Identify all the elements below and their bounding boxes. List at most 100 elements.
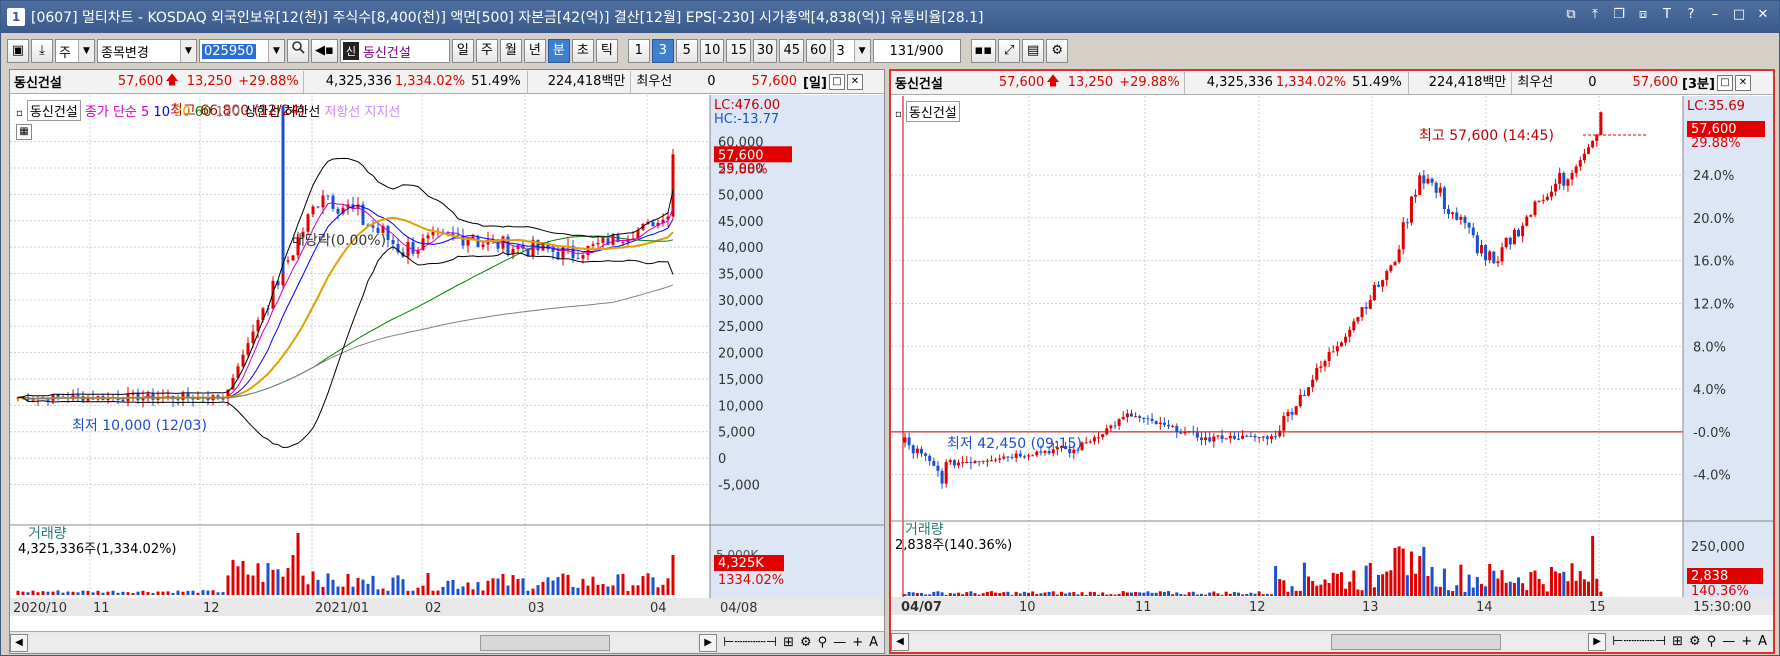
title-btn-1[interactable]: ⤒ [1587, 7, 1603, 23]
right-y-tick: 16.0% [1693, 255, 1734, 270]
font-size-icon[interactable]: A [1758, 634, 1767, 649]
right-candle-body [1414, 194, 1418, 197]
grid-tool-icon[interactable]: ⊞ [1672, 634, 1683, 649]
market-combo[interactable]: 주 ▼ [55, 39, 95, 63]
period-button-일[interactable]: 일 [451, 39, 474, 63]
left-legend-name[interactable]: 동신건설 [26, 100, 81, 121]
left-volume-bar [221, 592, 225, 595]
scroll-right-icon[interactable]: ▶ [1588, 632, 1607, 651]
left-volume-bar [331, 579, 335, 595]
legend-item-8[interactable]: 지지선 [360, 105, 400, 120]
minute-button-30[interactable]: 30 [752, 39, 778, 63]
close-icon[interactable]: ✕ [846, 73, 863, 90]
left-candle-body [321, 195, 325, 208]
gear-icon[interactable]: ⚙ [1046, 39, 1069, 63]
minute-button-3[interactable]: 3 [651, 39, 674, 63]
left-chart-svg[interactable]: 60,00055,00050,00045,00040,00035,00030,0… [10, 95, 884, 633]
legend-item-5[interactable]: 상한선 [240, 105, 280, 120]
count-input[interactable]: 131/900 [872, 39, 961, 63]
scroll-left-icon[interactable]: ◀ [10, 633, 28, 652]
right-candle-body [1031, 455, 1035, 457]
settings-tool-icon[interactable]: ⚙ [800, 635, 812, 650]
zoom-out-icon[interactable]: — [833, 635, 846, 650]
title-btn-5[interactable]: ? [1683, 7, 1699, 23]
zoom-in-icon[interactable]: + [852, 635, 863, 650]
left-candle-body [406, 241, 410, 257]
right-chart-panel[interactable]: 동신건설 57,600 🡅 13,250 +29.88% 4,325,336 1… [889, 69, 1775, 654]
period-button-분[interactable]: 분 [547, 39, 570, 63]
title-btn-6[interactable]: – [1707, 7, 1723, 23]
stock-name-box[interactable]: 신 동신건설 [339, 39, 450, 63]
draw-tool-icon[interactable]: ⤢ [998, 39, 1021, 63]
speaker-icon[interactable]: ◀▪ [311, 39, 338, 63]
legend-item-6[interactable]: 하한선 [280, 105, 320, 120]
scroll-track[interactable] [30, 634, 698, 651]
scroll-thumb[interactable] [1331, 633, 1501, 650]
right-volume-bar [1146, 591, 1150, 596]
settings-tool-icon[interactable]: ⚙ [1689, 634, 1701, 649]
left-volume-bar [586, 585, 590, 595]
period-button-틱[interactable]: 틱 [595, 39, 618, 63]
left-chart-panel[interactable]: 동신건설 57,600 🡅 13,250 +29.88% 4,325,336 1… [9, 69, 885, 654]
legend-item-3[interactable]: 60 [191, 105, 212, 120]
font-size-icon[interactable]: A [869, 635, 878, 650]
zoom-out-icon[interactable]: — [1722, 634, 1735, 649]
download-icon[interactable]: ⤓ [31, 39, 53, 63]
right-chart-svg[interactable]: 24.0% 20.0% 16.0% 12.0% 8.0% 4.0% -0.0% -4.0% 최고… [891, 96, 1773, 632]
left-volume-bar [281, 576, 285, 595]
grid-icon[interactable]: ▦ [16, 124, 32, 140]
chevron-down-icon[interactable]: ▼ [78, 40, 94, 62]
legend-item-2[interactable]: 20 [170, 105, 191, 120]
minute-button-5[interactable]: 5 [675, 39, 698, 63]
stock-code-input[interactable]: 025950 ▼ [199, 39, 285, 63]
scroll-left-icon[interactable]: ◀ [891, 632, 909, 651]
period-button-월[interactable]: 월 [499, 39, 522, 63]
right-volume-bar [1566, 581, 1570, 596]
right-legend-name[interactable]: 동신건설 [905, 101, 960, 122]
title-btn-4[interactable]: T [1659, 7, 1675, 23]
chevron-down-icon[interactable]: ▼ [268, 40, 284, 62]
indicator-icon[interactable]: ▪▪ [970, 39, 997, 63]
period-button-초[interactable]: 초 [571, 39, 594, 63]
left-volume-bar [196, 592, 200, 595]
title-btn-8[interactable]: ✕ [1755, 7, 1771, 23]
scroll-thumb[interactable] [480, 634, 610, 651]
layout-icon[interactable]: ▣ [7, 39, 29, 63]
left-volume-bar [361, 579, 365, 595]
right-volume-bar [1578, 571, 1582, 596]
legend-item-0[interactable]: 종가 단순 5 [85, 105, 149, 120]
title-btn-7[interactable]: □ [1731, 7, 1747, 23]
search-icon[interactable] [287, 39, 309, 63]
zoom-slider-icon[interactable]: ⊢┄┄┄┄⊣ [1612, 634, 1666, 649]
legend-item-4[interactable]: 120 [211, 105, 240, 120]
title-btn-2[interactable]: ❐ [1611, 7, 1627, 23]
minute-button-15[interactable]: 15 [726, 39, 751, 63]
title-btn-0[interactable]: ⧉ [1563, 7, 1579, 23]
zoom-slider-icon[interactable]: ⊢┄┄┄┄⊣ [723, 635, 777, 650]
chevron-down-icon[interactable]: ▼ [180, 40, 196, 62]
magnify-icon[interactable]: ⚲ [1707, 634, 1717, 649]
close-icon[interactable]: ✕ [1734, 74, 1751, 91]
zoom-in-icon[interactable]: + [1741, 634, 1752, 649]
minute-button-60[interactable]: 60 [806, 39, 831, 63]
stock-change-combo[interactable]: 종목변경 ▼ [97, 39, 197, 63]
minute-button-10[interactable]: 10 [699, 39, 725, 63]
minute-button-1[interactable]: 1 [627, 39, 650, 63]
minute-button-45[interactable]: 45 [779, 39, 804, 63]
maximize-icon[interactable]: □ [828, 73, 845, 90]
scroll-track[interactable] [911, 633, 1587, 650]
right-candle-body [1249, 435, 1253, 437]
chevron-down-icon[interactable]: ▼ [853, 40, 870, 62]
legend-item-7[interactable]: 저항선 [320, 105, 360, 120]
period-button-주[interactable]: 주 [475, 39, 498, 63]
maximize-icon[interactable]: □ [1716, 74, 1733, 91]
period-button-년[interactable]: 년 [523, 39, 546, 63]
title-btn-3[interactable]: ⧈ [1635, 7, 1651, 23]
magnify-icon[interactable]: ⚲ [818, 635, 828, 650]
minute-combo[interactable]: 3 ▼ [832, 39, 871, 63]
legend-item-1[interactable]: 10 [149, 105, 170, 120]
scroll-right-icon[interactable]: ▶ [699, 633, 718, 652]
save-icon[interactable]: ▤ [1022, 39, 1045, 63]
grid-tool-icon[interactable]: ⊞ [783, 635, 794, 650]
right-candle-body [1167, 424, 1171, 427]
